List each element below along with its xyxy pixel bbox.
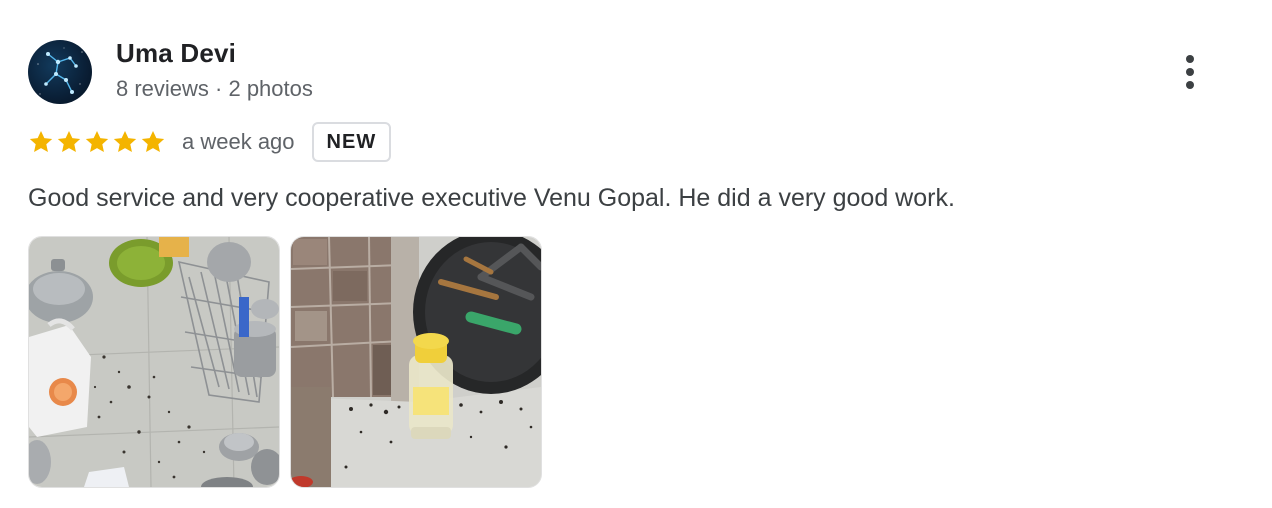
constellation-icon: [37, 47, 83, 95]
review-card: Uma Devi 8 reviews · 2 photos a week ago…: [0, 0, 1272, 508]
review-date: a week ago: [182, 129, 295, 154]
review-photo-1[interactable]: [28, 236, 280, 488]
star-icon: [141, 130, 165, 152]
avatar[interactable]: [28, 40, 92, 104]
star-icon: [113, 130, 137, 152]
review-photo-2[interactable]: [290, 236, 542, 488]
more-vert-icon: [1186, 55, 1194, 89]
review-text: Good service and very cooperative execut…: [28, 184, 955, 212]
reviewer-name[interactable]: Uma Devi: [116, 38, 236, 69]
star-icon: [85, 130, 109, 152]
star-icon: [29, 130, 53, 152]
kitchen-stove-corner-photo: [291, 237, 541, 487]
kitchen-dish-rack-photo: [29, 237, 279, 487]
more-options-button[interactable]: [1172, 52, 1208, 92]
reviewer-meta[interactable]: 8 reviews · 2 photos: [116, 76, 313, 102]
rating-row: a week ago NEW: [28, 120, 392, 164]
new-badge: NEW: [311, 122, 392, 162]
star-rating: [28, 129, 166, 155]
star-icon: [57, 130, 81, 152]
